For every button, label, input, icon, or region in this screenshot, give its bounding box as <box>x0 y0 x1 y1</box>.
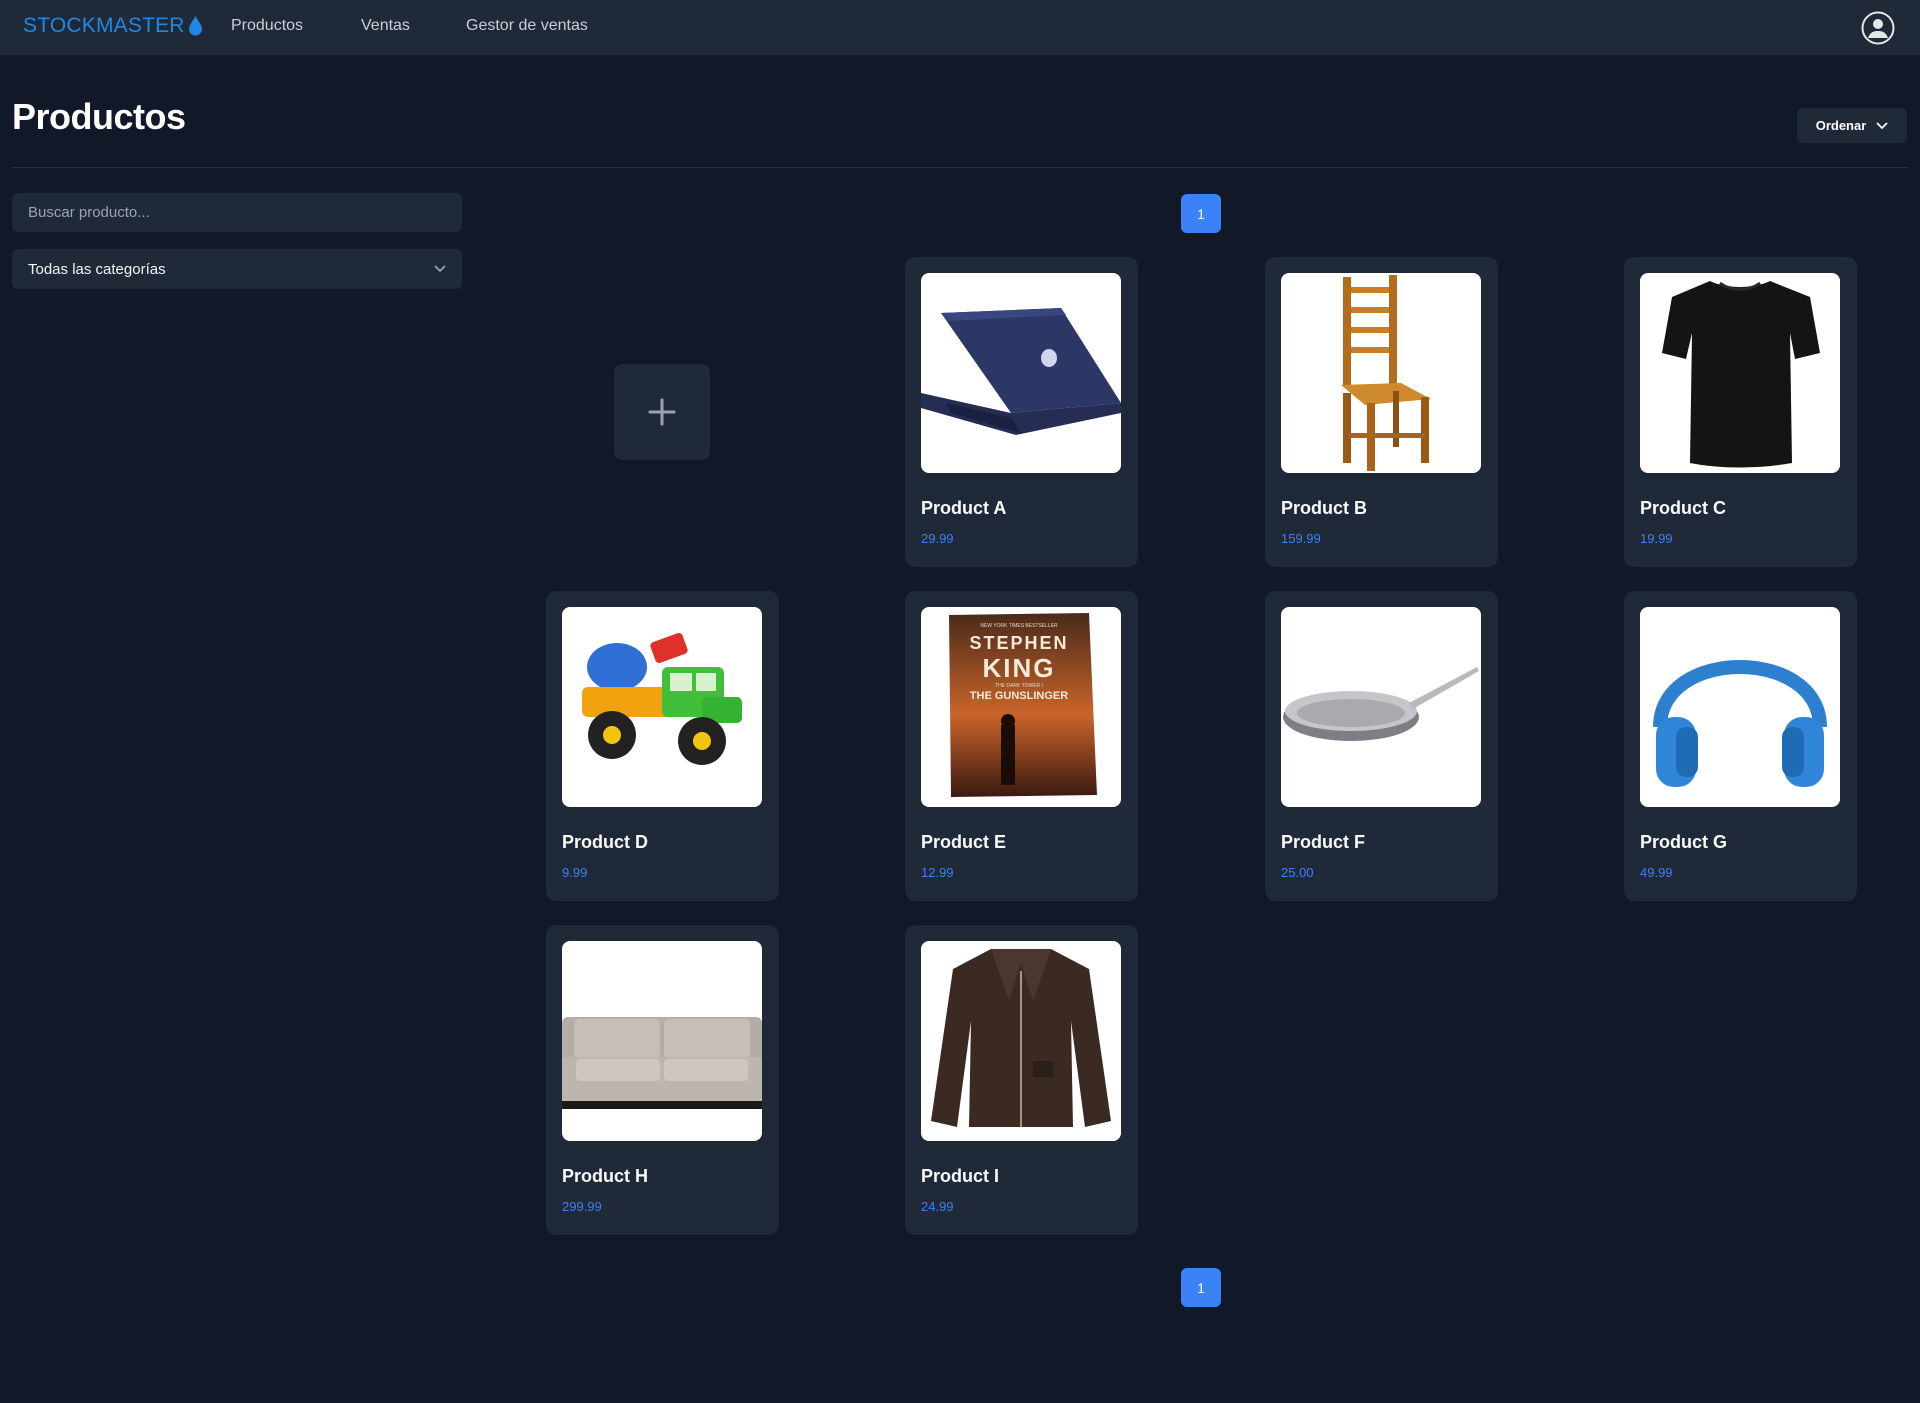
sort-button[interactable]: Ordenar <box>1797 108 1907 143</box>
book-title: THE GUNSLINGER <box>970 690 1068 702</box>
product-image-frying-pan <box>1281 607 1481 807</box>
product-price: 9.99 <box>562 865 588 880</box>
product-name: Product E <box>921 832 1007 852</box>
pagination-page-button-top[interactable]: 1 <box>1181 194 1221 233</box>
product-price: 24.99 <box>921 1199 954 1214</box>
product-name: Product H <box>562 1166 649 1186</box>
product-price: 49.99 <box>1640 865 1673 880</box>
product-price: 29.99 <box>921 531 954 546</box>
nav-link-gestor-de-ventas[interactable]: Gestor de ventas <box>466 17 588 35</box>
product-card[interactable]: Product I 24.99 <box>905 925 1138 1235</box>
product-price: 159.99 <box>1281 531 1321 546</box>
chevron-down-icon <box>1876 121 1888 129</box>
category-select-value: Todas las categorías <box>28 260 166 278</box>
category-select[interactable]: Todas las categorías <box>12 249 462 289</box>
add-product-button[interactable] <box>614 364 710 460</box>
product-image-book-cover: NEW YORK TIMES BESTSELLER STEPHEN KING T… <box>921 607 1121 807</box>
drop-icon <box>188 16 202 36</box>
top-navbar: STOCKMASTER Productos Ventas Gestor de v… <box>0 0 1920 55</box>
book-series: THE DARK TOWER I <box>995 683 1043 689</box>
product-name: Product C <box>1640 498 1727 518</box>
chevron-down-icon <box>434 265 446 273</box>
book-author-last: KING <box>983 653 1056 683</box>
nav-link-ventas[interactable]: Ventas <box>361 17 410 35</box>
product-image-black-tshirt <box>1640 273 1840 473</box>
product-card[interactable]: NEW YORK TIMES BESTSELLER STEPHEN KING T… <box>905 591 1138 901</box>
product-card[interactable]: Product A 29.99 <box>905 257 1138 567</box>
brand-logo[interactable]: STOCKMASTER <box>23 14 202 38</box>
product-price: 12.99 <box>921 865 954 880</box>
product-price: 19.99 <box>1640 531 1673 546</box>
page-title: Productos <box>12 96 186 137</box>
brand-name: STOCKMASTER <box>23 14 185 37</box>
search-input[interactable] <box>12 193 462 232</box>
book-author-first: STEPHEN <box>969 633 1068 653</box>
product-name: Product D <box>562 832 649 852</box>
sort-button-label: Ordenar <box>1815 118 1867 133</box>
product-name: Product B <box>1281 498 1368 518</box>
product-card[interactable]: Product H 299.99 <box>546 925 779 1235</box>
product-card[interactable]: Product G 49.99 <box>1624 591 1857 901</box>
pagination-page-button-bottom[interactable]: 1 <box>1181 1268 1221 1307</box>
product-image-sofa <box>562 941 762 1141</box>
product-card[interactable]: Product C 19.99 <box>1624 257 1857 567</box>
user-circle-icon[interactable] <box>1861 11 1895 45</box>
product-card[interactable]: Product F 25.00 <box>1265 591 1498 901</box>
book-top-line: NEW YORK TIMES BESTSELLER <box>980 623 1058 629</box>
product-price: 25.00 <box>1281 865 1314 880</box>
product-card[interactable]: Product B 159.99 <box>1265 257 1498 567</box>
product-image-laptop <box>921 273 1121 473</box>
product-image-leather-jacket <box>921 941 1121 1141</box>
product-price: 299.99 <box>562 1199 602 1214</box>
header-divider <box>12 167 1908 168</box>
plus-icon <box>648 398 676 426</box>
product-card[interactable]: Product D 9.99 <box>546 591 779 901</box>
product-image-toy-truck <box>562 607 762 807</box>
product-name: Product I <box>921 1166 1000 1186</box>
product-name: Product A <box>921 498 1007 518</box>
product-image-wooden-chair <box>1281 273 1481 473</box>
product-image-headphones <box>1640 607 1840 807</box>
nav-link-productos[interactable]: Productos <box>231 17 303 35</box>
product-name: Product G <box>1640 832 1728 852</box>
product-name: Product F <box>1281 832 1365 852</box>
